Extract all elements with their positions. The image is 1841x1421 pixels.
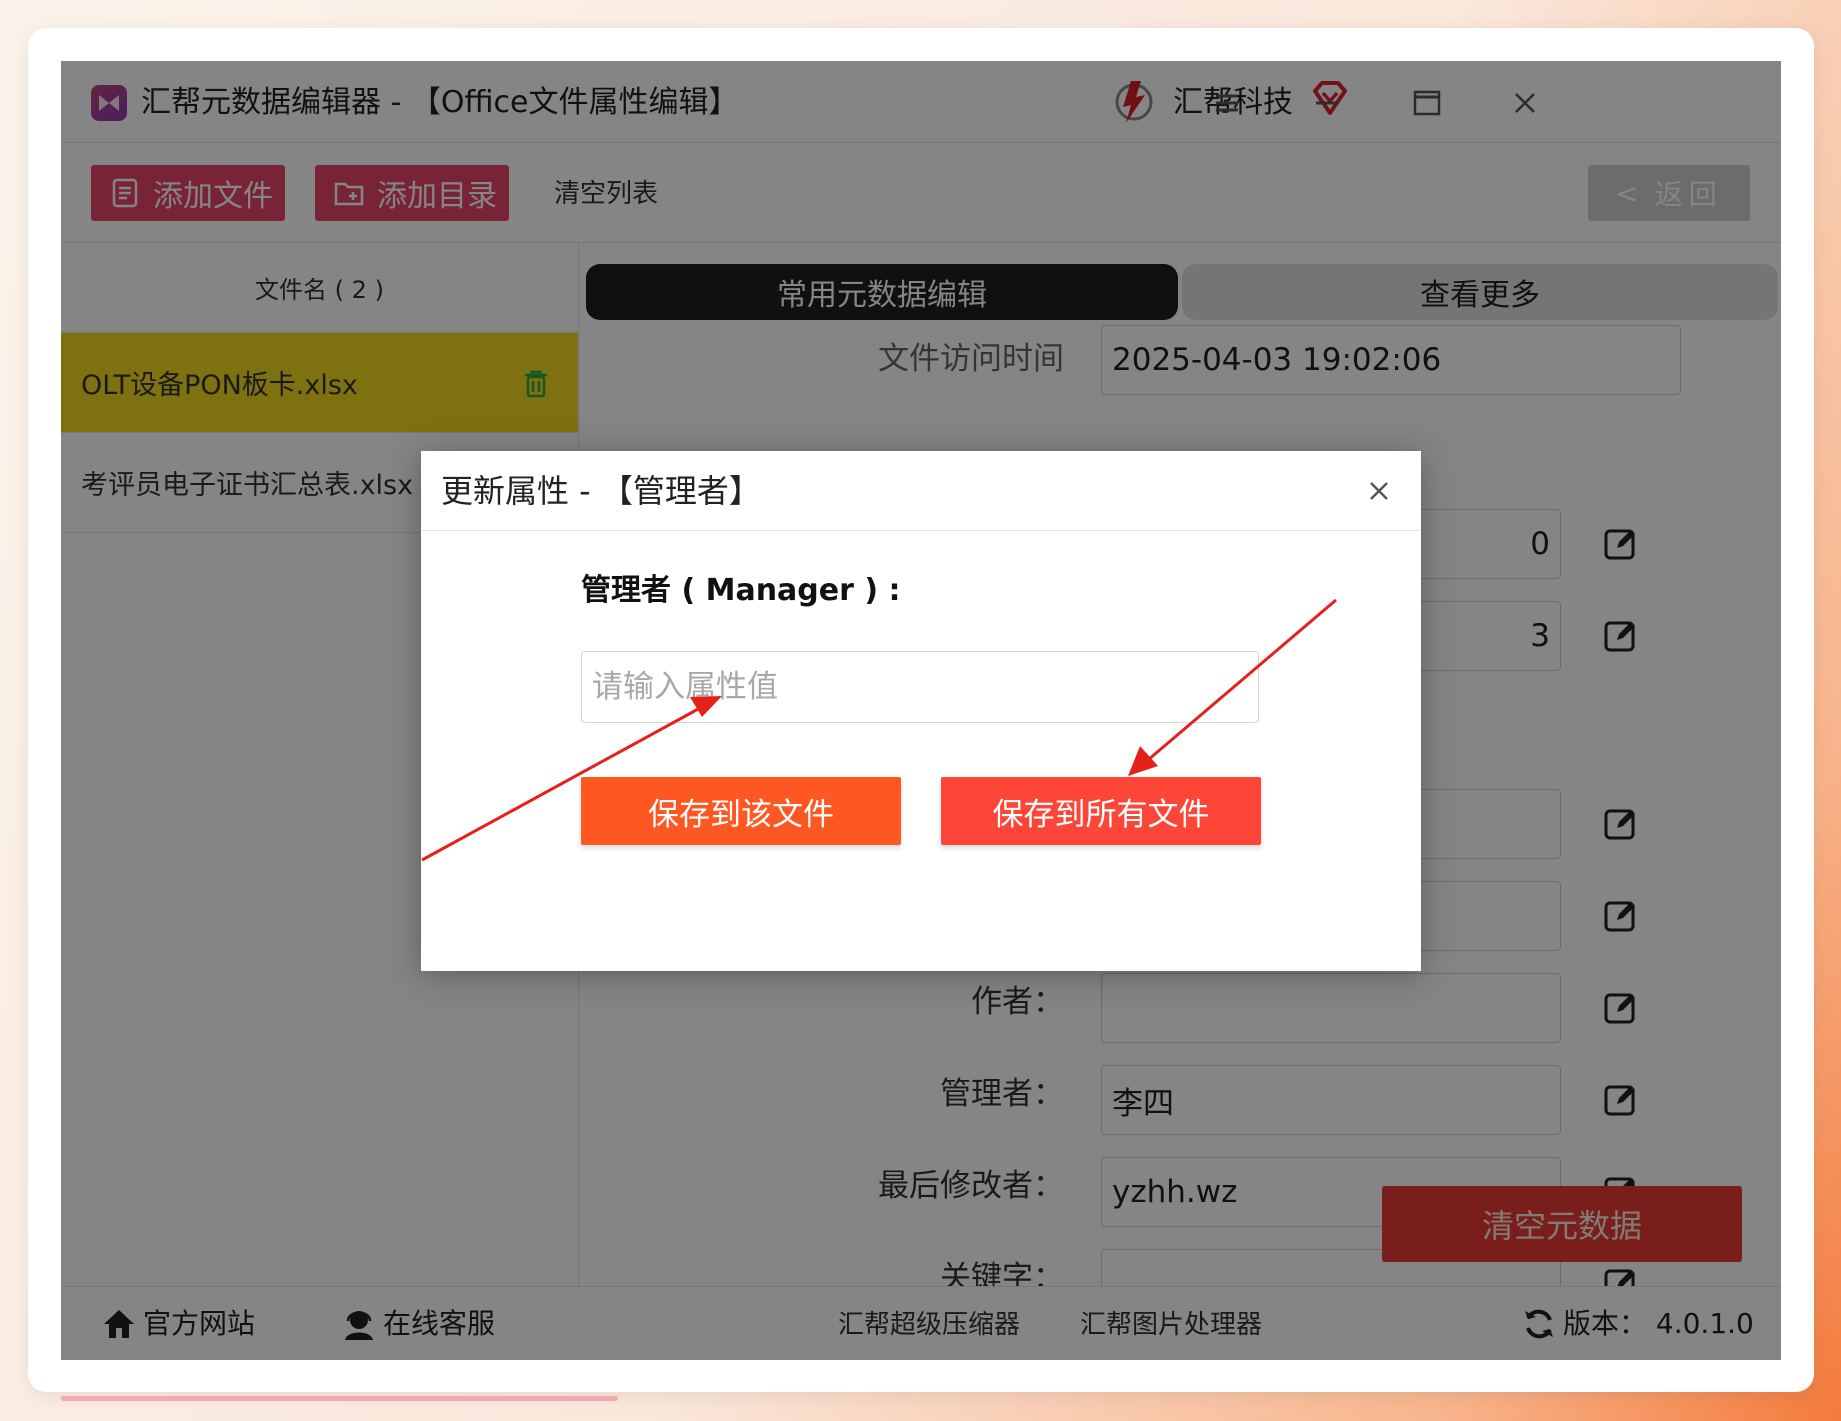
save-to-this-file-button[interactable]: 保存到该文件 — [581, 777, 901, 845]
dialog-title: 更新属性 - 【管理者】 — [441, 472, 761, 510]
update-property-dialog: 更新属性 - 【管理者】 管理者 ( Manager ) : 保存到该文件 保存… — [421, 451, 1421, 971]
dialog-header: 更新属性 - 【管理者】 — [421, 451, 1421, 531]
manager-field-label: 管理者 ( Manager ) : — [581, 573, 901, 608]
save-to-all-files-button[interactable]: 保存到所有文件 — [941, 777, 1261, 845]
close-icon[interactable] — [1359, 471, 1399, 511]
property-value-input[interactable] — [581, 651, 1259, 723]
scroll-indicator[interactable] — [61, 1396, 618, 1401]
